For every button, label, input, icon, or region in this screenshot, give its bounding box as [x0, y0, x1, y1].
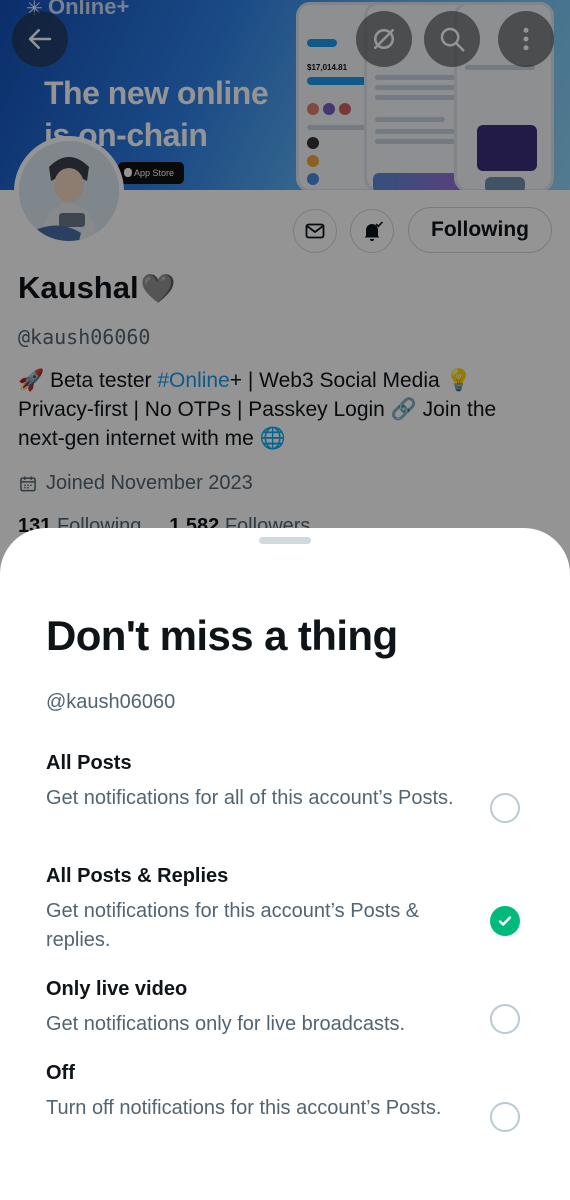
- sheet-title: Don't miss a thing: [46, 612, 398, 659]
- radio-unselected[interactable]: [490, 1004, 520, 1034]
- sheet-drag-handle[interactable]: [259, 537, 311, 544]
- option-description: Turn off notifications for this account’…: [46, 1097, 442, 1119]
- option-title: All Posts & Replies: [46, 865, 229, 887]
- radio-unselected[interactable]: [490, 793, 520, 823]
- option-off[interactable]: Off Turn off notifications for this acco…: [46, 1060, 536, 1132]
- option-title: Off: [46, 1062, 75, 1084]
- option-all-posts[interactable]: All Posts Get notifications for all of t…: [46, 750, 536, 823]
- sheet-handle: @kaush06060: [46, 691, 176, 713]
- radio-unselected[interactable]: [490, 1102, 520, 1132]
- option-description: Get notifications for this account’s Pos…: [46, 900, 420, 951]
- option-only-live-video[interactable]: Only live video Get notifications only f…: [46, 976, 536, 1039]
- notification-settings-sheet: Don't miss a thing @kaush06060 All Posts…: [0, 528, 570, 1200]
- option-title: Only live video: [46, 978, 188, 1000]
- option-all-posts-replies[interactable]: All Posts & Replies Get notifications fo…: [46, 863, 536, 955]
- option-description: Get notifications for all of this accoun…: [46, 787, 454, 809]
- checkmark-icon: [498, 916, 512, 926]
- radio-selected[interactable]: [490, 906, 520, 936]
- option-description: Get notifications only for live broadcas…: [46, 1013, 406, 1035]
- option-title: All Posts: [46, 752, 132, 774]
